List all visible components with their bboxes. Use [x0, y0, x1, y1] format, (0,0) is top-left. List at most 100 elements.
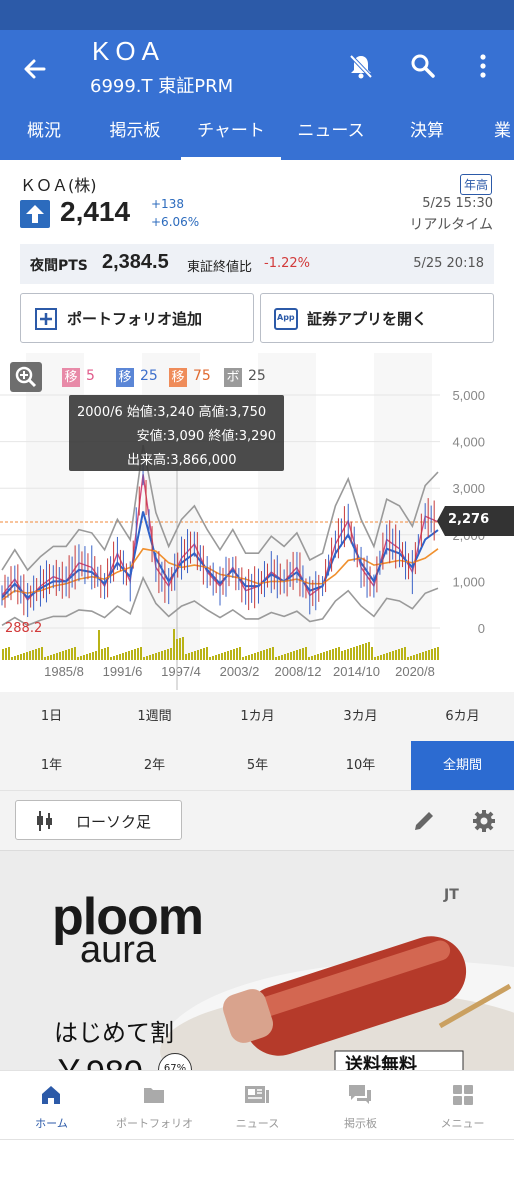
- open-securities-app-button[interactable]: App 証券アプリを開く: [260, 293, 494, 343]
- legend-ma25-tag: 移: [116, 368, 134, 387]
- volume-bar: [341, 651, 343, 660]
- tab-earnings[interactable]: 決算: [392, 116, 462, 160]
- volume-bar: [227, 651, 229, 660]
- nav-news[interactable]: ニュース: [206, 1071, 309, 1141]
- volume-bar: [41, 647, 43, 660]
- volume-bar: [104, 648, 106, 660]
- year-high-badge: 年高: [460, 174, 493, 195]
- volume-bar: [206, 647, 208, 660]
- volume-bar: [350, 648, 352, 660]
- price-chart[interactable]: 5,0004,0003,0002,0001,00001985/81991/619…: [0, 353, 514, 690]
- stock-title: KOA: [92, 36, 165, 66]
- volume-bar: [404, 647, 406, 660]
- bottom-navigation: ホーム ポートフォリオ ニュース 掲示板 メニュー: [0, 1070, 514, 1140]
- nav-home[interactable]: ホーム: [0, 1071, 103, 1141]
- volume-bar: [203, 648, 205, 660]
- tab-chart[interactable]: チャート: [181, 116, 281, 160]
- pts-date: 5/25 20:18: [413, 256, 484, 271]
- realtime-label: リアルタイム: [409, 217, 493, 233]
- chat-icon: [349, 1085, 371, 1104]
- range-6m[interactable]: 6カ月: [411, 692, 514, 741]
- nav-menu[interactable]: メニュー: [411, 1071, 514, 1141]
- bell-off-icon[interactable]: [344, 49, 378, 83]
- volume-bar: [278, 656, 280, 660]
- pencil-icon[interactable]: [410, 807, 438, 835]
- range-1y[interactable]: 1年: [0, 741, 103, 790]
- volume-bar: [5, 648, 7, 660]
- volume-bar: [425, 651, 427, 660]
- zoom-icon[interactable]: [10, 362, 42, 392]
- range-1d[interactable]: 1日: [0, 692, 103, 741]
- volume-bar: [434, 648, 436, 660]
- volume-bar: [380, 655, 382, 660]
- volume-bar: [359, 645, 361, 660]
- volume-bar: [101, 649, 103, 660]
- volume-bar: [269, 648, 271, 660]
- volume-bar: [377, 656, 379, 660]
- tab-news[interactable]: ニュース: [288, 116, 374, 160]
- advertisement-banner[interactable]: ploom aura JT はじめて割 ￥980 67% 送料無料: [0, 850, 514, 1070]
- volume-bar: [188, 653, 190, 660]
- volume-bar: [233, 649, 235, 660]
- tab-overview[interactable]: 概況: [8, 116, 80, 160]
- volume-bar: [92, 652, 94, 660]
- volume-bar: [383, 654, 385, 660]
- range-5y[interactable]: 5年: [206, 741, 309, 790]
- chart-type-button[interactable]: ローソク足: [15, 800, 182, 840]
- volume-bar: [62, 651, 64, 660]
- range-2y[interactable]: 2年: [103, 741, 206, 790]
- candlestick-icon: [37, 811, 52, 831]
- volume-bar: [65, 650, 67, 660]
- volume-bar: [11, 657, 13, 660]
- volume-bar: [20, 654, 22, 660]
- pts-compare-value: -1.22%: [264, 256, 310, 271]
- pts-value: 2,384.5: [102, 251, 169, 273]
- range-1w[interactable]: 1週間: [103, 692, 206, 741]
- volume-bar: [302, 648, 304, 660]
- volume-bar: [179, 638, 181, 660]
- volume-bar: [98, 630, 100, 660]
- volume-bar: [335, 648, 337, 660]
- volume-bar: [392, 651, 394, 660]
- nav-home-label: ホーム: [35, 1117, 68, 1130]
- volume-bar: [365, 643, 367, 660]
- app-icon: App: [274, 308, 298, 330]
- folder-icon: [144, 1088, 164, 1103]
- quote-time: 5/25 15:30: [422, 196, 493, 211]
- nav-board[interactable]: 掲示板: [309, 1071, 412, 1141]
- more-vert-icon[interactable]: [466, 49, 500, 83]
- legend-ma75-tag: 移: [169, 368, 187, 387]
- volume-bar: [158, 652, 160, 660]
- range-all[interactable]: 全期間: [411, 741, 514, 790]
- volume-bar: [56, 653, 58, 660]
- range-1m[interactable]: 1カ月: [206, 692, 309, 741]
- volume-bar: [317, 654, 319, 660]
- volume-bar: [320, 653, 322, 660]
- tab-board[interactable]: 掲示板: [96, 116, 174, 160]
- x-tick-label: 1985/8: [44, 664, 84, 679]
- volume-bar: [83, 655, 85, 660]
- volume-bar: [152, 654, 154, 660]
- pts-panel: 夜間PTS 2,384.5 東証終値比 -1.22% 5/25 20:18: [20, 244, 494, 284]
- x-tick-label: 2008/12: [275, 664, 322, 679]
- back-arrow-icon[interactable]: [18, 52, 52, 86]
- tab-more[interactable]: 業: [494, 116, 514, 160]
- volume-bar: [407, 657, 409, 660]
- gear-icon[interactable]: [470, 807, 498, 835]
- add-portfolio-label: ポートフォリオ追加: [67, 310, 203, 328]
- range-10y[interactable]: 10年: [309, 741, 412, 790]
- volume-bar: [161, 651, 163, 660]
- add-portfolio-button[interactable]: ポートフォリオ追加: [20, 293, 254, 343]
- grid-menu-icon: [453, 1085, 473, 1105]
- range-3m[interactable]: 3カ月: [309, 692, 412, 741]
- volume-bar: [356, 646, 358, 660]
- y-tick-label: 0: [478, 621, 485, 636]
- nav-portfolio[interactable]: ポートフォリオ: [103, 1071, 206, 1141]
- nav-news-label: ニュース: [235, 1117, 280, 1130]
- volume-bar: [386, 653, 388, 660]
- volume-bar: [134, 649, 136, 660]
- tooltip-line-3: 出来高:3,866,000: [127, 453, 237, 468]
- volume-bar: [410, 656, 412, 660]
- volume-bar: [224, 652, 226, 660]
- search-icon[interactable]: [406, 49, 440, 83]
